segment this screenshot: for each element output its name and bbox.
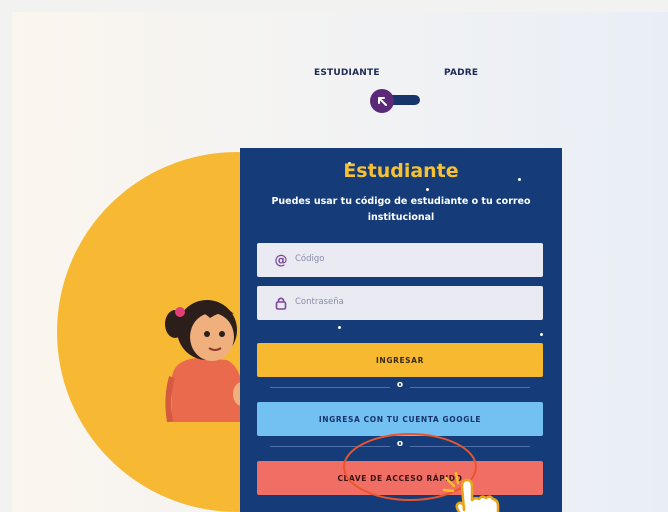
at-sign-icon: @ (274, 252, 288, 268)
sparkle (540, 333, 543, 336)
toggle-knob[interactable] (370, 89, 394, 113)
or-divider: o (240, 380, 562, 394)
tab-padre[interactable]: PADRE (444, 68, 478, 78)
arrow-up-left-icon (378, 97, 387, 106)
password-field[interactable]: Contraseña (257, 286, 543, 320)
code-placeholder: Código (295, 254, 325, 264)
login-stage: ESTUDIANTE PADRE Estudiante Puedes usar … (12, 12, 668, 512)
pointing-hand-icon (442, 471, 500, 512)
role-toggle[interactable] (367, 85, 427, 115)
padlock-icon (273, 295, 289, 311)
student-girl-illustration (165, 300, 251, 422)
google-login-button[interactable]: INGRESA CON TU CUENTA GOOGLE (257, 402, 543, 436)
login-button[interactable]: INGRESAR (257, 343, 543, 377)
role-selector: ESTUDIANTE PADRE (12, 68, 668, 88)
tab-estudiante[interactable]: ESTUDIANTE (314, 68, 380, 78)
code-field[interactable]: @ Código (257, 243, 543, 277)
card-title: Estudiante (343, 160, 459, 182)
sparkle (338, 326, 341, 329)
card-subtitle: Puedes usar tu código de estudiante o tu… (271, 196, 531, 223)
divider-text: o (390, 380, 410, 390)
sparkle (426, 188, 429, 191)
password-placeholder: Contraseña (295, 297, 344, 307)
